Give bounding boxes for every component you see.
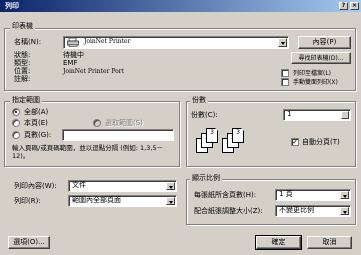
cancel-button[interactable]: 取消: [307, 236, 352, 249]
range-current-radio[interactable]: [12, 119, 20, 127]
properties-button[interactable]: 內容(P): [298, 36, 351, 49]
collate-preview: 1 2 3 1 2 3: [196, 124, 266, 162]
page-icon: 3: [206, 128, 218, 143]
pages-per-sheet-label: 每張紙所含頁數(H):: [194, 191, 257, 199]
scale-value: 不變更比例: [279, 206, 314, 214]
where-value: JoinNet Printer Port: [63, 68, 125, 75]
copies-number-value: 1: [287, 110, 292, 118]
chevron-down-icon[interactable]: [278, 38, 287, 47]
range-all-label: 全部(A): [24, 108, 49, 116]
print-label: 列印(R):: [14, 197, 41, 205]
help-button[interactable]: ?: [339, 2, 348, 10]
pages-per-sheet-select[interactable]: 1 頁: [275, 189, 351, 201]
chevron-down-icon[interactable]: [166, 197, 175, 205]
chevron-down-icon[interactable]: [166, 182, 175, 190]
find-printer-button[interactable]: 尋找印表機(D)...: [291, 52, 351, 64]
print-what-value: 文件: [72, 181, 86, 189]
dialog-title: 列印: [5, 2, 19, 10]
print-what-select[interactable]: 文件: [68, 180, 177, 192]
range-all-radio[interactable]: [12, 108, 20, 116]
print-what-label: 列印內容(W):: [14, 182, 57, 190]
page-icon: 3: [232, 128, 244, 143]
manual-duplex-checkbox[interactable]: [281, 78, 289, 86]
range-selection-label: 選取範圍(S): [105, 119, 143, 127]
zoom-group: [186, 179, 356, 225]
print-to-file-checkbox[interactable]: [281, 69, 289, 77]
manual-duplex-label: 手動雙面列印(X): [293, 79, 338, 86]
range-pages-radio[interactable]: [12, 131, 20, 139]
print-value: 範圍內全部頁面: [72, 196, 121, 204]
copies-number-label: 份數(C):: [191, 111, 218, 119]
page-range-group-label: 指定範圍: [10, 96, 42, 105]
print-dialog: 列印 ? × 印表機 名稱(N): JoinNet Printer 內容(P) …: [0, 0, 361, 255]
close-button[interactable]: ×: [350, 2, 359, 10]
title-bar: 列印 ? ×: [0, 0, 361, 12]
scale-label: 配合紙張調整大小(Z):: [194, 207, 263, 215]
copies-number-input[interactable]: 1: [283, 109, 351, 121]
chevron-down-icon[interactable]: [340, 207, 349, 215]
copies-group-label: 份數: [190, 96, 208, 105]
print-select[interactable]: 範圍內全部頁面: [68, 195, 177, 207]
pages-per-sheet-value: 1 頁: [279, 190, 293, 198]
printer-name-label: 名稱(N):: [14, 38, 42, 46]
collate-checkbox[interactable]: ✓: [291, 138, 299, 146]
range-pages-label: 頁數(G):: [24, 131, 52, 139]
pages-input[interactable]: [62, 129, 174, 141]
range-selection-radio[interactable]: [93, 119, 101, 127]
printer-name-value: JoinNet Printer: [84, 38, 131, 45]
printer-icon: [67, 37, 79, 47]
collate-label: 自動分頁(T): [302, 138, 340, 146]
page-range-hint: 輸入頁碼/或頁碼範圍，並以逗點分隔 (例如: 1,3,5－12)。: [12, 144, 164, 160]
chevron-down-icon[interactable]: [340, 191, 349, 199]
options-button[interactable]: 選項(O)...: [8, 236, 50, 249]
print-to-file-label: 列印至檔案(L): [293, 70, 332, 77]
range-current-label: 本頁(E): [24, 119, 48, 127]
scale-select[interactable]: 不變更比例: [275, 205, 351, 217]
spin-arrows-icon[interactable]: [341, 111, 349, 119]
ok-button[interactable]: 確定: [255, 235, 302, 250]
printer-name-select[interactable]: JoinNet Printer: [63, 36, 289, 49]
printer-group-label: 印表機: [10, 22, 35, 31]
zoom-group-label: 顯示比例: [190, 174, 222, 183]
comment-label: 註解:: [14, 75, 31, 83]
